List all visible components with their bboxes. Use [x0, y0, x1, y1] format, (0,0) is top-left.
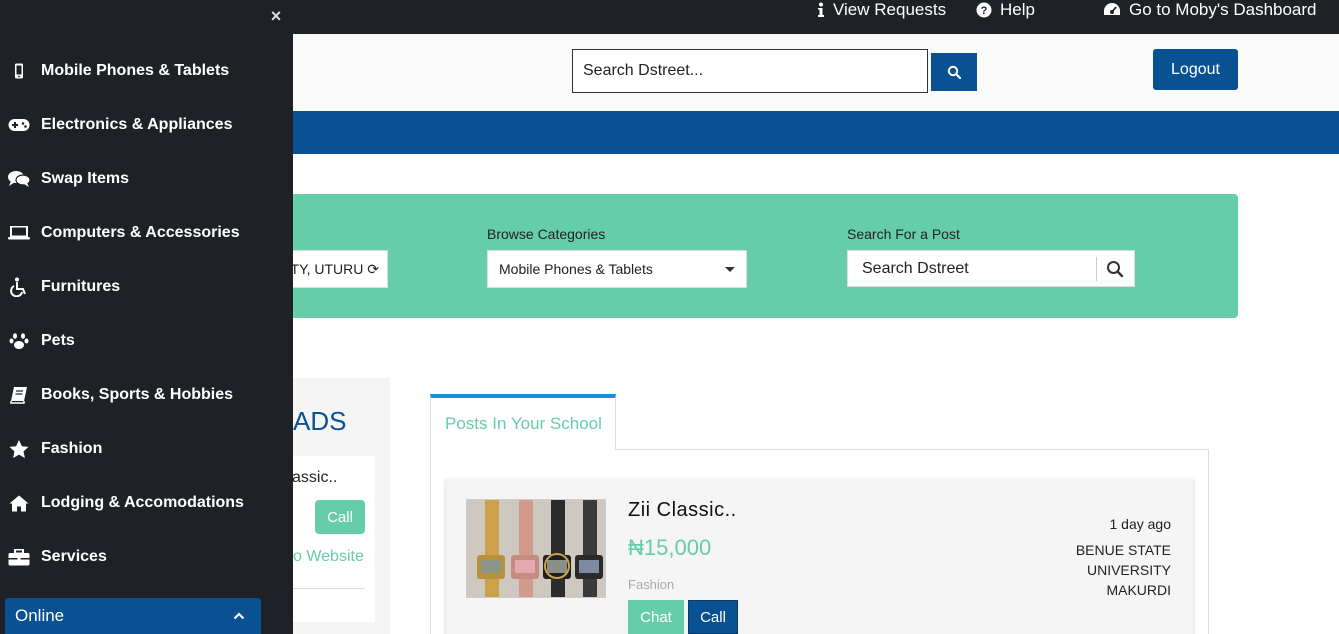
ads-item-title[interactable]: assic.. [292, 469, 337, 487]
post-time: 1 day ago [1109, 516, 1172, 532]
post-image[interactable] [466, 499, 606, 598]
dashboard-link[interactable]: Go to Moby's Dashboard [1103, 0, 1317, 20]
gamepad-icon [8, 114, 30, 136]
page: View Requests ? Help Go to Moby's Dashbo… [0, 0, 1339, 634]
caret-down-icon [725, 267, 735, 272]
sidebar-item-pets[interactable]: Pets [0, 321, 293, 361]
post-card[interactable]: Zii Classic.. ₦15,000 Fashion Chat Call … [446, 479, 1193, 634]
sidebar-item-lodging[interactable]: Lodging & Accomodations [0, 483, 293, 523]
search-input[interactable] [573, 50, 927, 92]
help-label: Help [1000, 0, 1035, 19]
category-select[interactable]: Mobile Phones & Tablets [487, 250, 747, 288]
sidebar-item-label: Lodging & Accomodations [41, 494, 244, 511]
wheelchair-icon [8, 276, 30, 298]
sidebar-item-label: Furnitures [41, 278, 121, 295]
sidebar-item-electronics[interactable]: Electronics & Appliances [0, 105, 293, 145]
search-icon [947, 65, 961, 79]
post-title[interactable]: Zii Classic.. [628, 499, 737, 522]
sidebar-item-label: Electronics & Appliances [41, 116, 233, 133]
sidebar-item-services[interactable]: Services [0, 537, 293, 577]
logout-button[interactable]: Logout [1153, 49, 1238, 90]
online-status-bar[interactable]: Online [5, 598, 261, 634]
dashboard-label: Go to Moby's Dashboard [1129, 0, 1317, 19]
tachometer-icon [1104, 3, 1120, 15]
post-location: BENUE STATE UNIVERSITY MAKURDI [1031, 540, 1171, 600]
category-sidebar: × Mobile Phones & Tablets Electronics & … [0, 0, 293, 634]
sidebar-item-fashion[interactable]: Fashion [0, 429, 293, 469]
post-location-line: BENUE STATE [1075, 542, 1171, 558]
briefcase-icon [8, 546, 30, 568]
search-button[interactable] [931, 53, 977, 91]
help-link[interactable]: ? Help [976, 0, 1035, 20]
chat-button[interactable]: Chat [628, 600, 684, 634]
post-location-line: MAKURDI [1106, 582, 1171, 598]
chevron-up-icon [233, 612, 245, 620]
close-icon[interactable]: × [268, 6, 284, 26]
sidebar-item-label: Pets [41, 332, 75, 349]
sidebar-item-furnitures[interactable]: Furnitures [0, 267, 293, 307]
view-requests-label: View Requests [833, 0, 947, 19]
question-circle-icon: ? [976, 2, 992, 18]
divider [293, 588, 365, 589]
sidebar-item-label: Mobile Phones & Tablets [41, 62, 230, 79]
post-search-input[interactable] [848, 251, 1096, 286]
post-category: Fashion [628, 577, 675, 592]
laptop-icon [8, 222, 30, 244]
star-icon [8, 438, 30, 460]
search-icon[interactable] [1106, 260, 1124, 278]
post-location-line: UNIVERSITY [1086, 562, 1171, 578]
view-requests-link[interactable]: View Requests [817, 0, 946, 20]
sidebar-item-label: Fashion [41, 440, 103, 457]
filter-panel: TY, UTURU ⟳ Browse Categories Mobile Pho… [270, 194, 1238, 318]
category-select-value: Mobile Phones & Tablets [499, 261, 653, 277]
book-icon [8, 384, 30, 406]
sidebar-item-label: Computers & Accessories [41, 224, 240, 241]
svg-text:?: ? [981, 5, 988, 17]
ads-title: ADS [293, 406, 347, 436]
paw-icon [8, 330, 30, 352]
online-label: Online [15, 606, 65, 625]
post-price: ₦15,000 [628, 535, 712, 560]
sidebar-item-books-sports[interactable]: Books, Sports & Hobbies [0, 375, 293, 415]
divider [1096, 257, 1097, 281]
search-field[interactable] [572, 49, 928, 93]
info-icon [818, 2, 824, 17]
sidebar-item-label: Services [41, 548, 107, 565]
call-button[interactable]: Call [688, 600, 738, 634]
search-post-label: Search For a Post [847, 226, 960, 242]
tab-posts-in-school[interactable]: Posts In Your School [430, 394, 616, 450]
sidebar-item-mobile-phones[interactable]: Mobile Phones & Tablets [0, 51, 293, 91]
ads-website-link[interactable]: o Website [293, 548, 364, 566]
comments-icon [8, 168, 30, 190]
watches-image [467, 500, 605, 597]
sidebar-item-label: Books, Sports & Hobbies [41, 386, 234, 403]
sidebar-item-computers[interactable]: Computers & Accessories [0, 213, 293, 253]
sidebar-item-label: Swap Items [41, 170, 130, 187]
home-icon [8, 492, 30, 514]
ads-call-button[interactable]: Call [315, 500, 365, 534]
post-search-field[interactable] [847, 250, 1135, 287]
browse-categories-label: Browse Categories [487, 226, 606, 242]
mobile-icon [8, 60, 30, 82]
sidebar-item-swap-items[interactable]: Swap Items [0, 159, 293, 199]
